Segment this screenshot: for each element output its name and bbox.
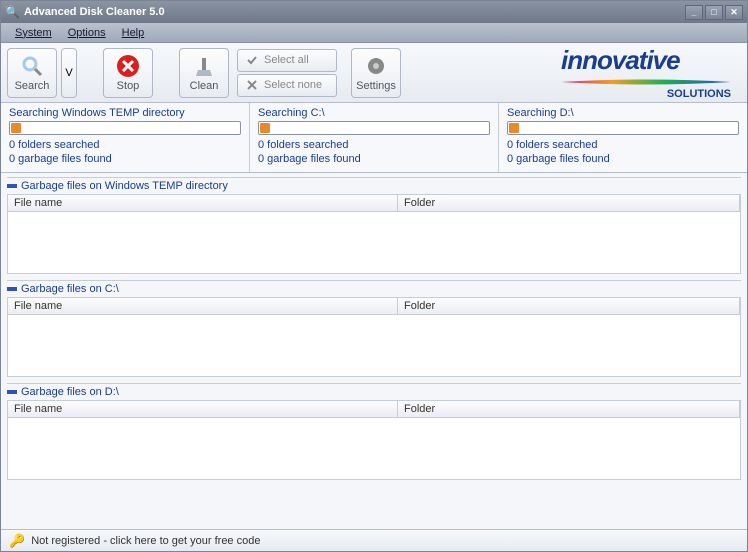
stop-icon: [116, 54, 140, 78]
clean-button[interactable]: Clean: [179, 48, 229, 98]
select-none-button[interactable]: Select none: [237, 74, 337, 97]
stop-label: Stop: [117, 80, 140, 92]
stop-button[interactable]: Stop: [103, 48, 153, 98]
progress-bar: [258, 121, 490, 135]
progress-panel-d: Searching D:\ 0 folders searched 0 garba…: [499, 103, 747, 172]
menu-system[interactable]: System: [7, 25, 60, 41]
settings-button[interactable]: Settings: [351, 48, 401, 98]
x-icon: [246, 79, 258, 91]
progress-bar: [9, 121, 241, 135]
list-body[interactable]: [7, 212, 741, 274]
maximize-button[interactable]: □: [705, 5, 723, 20]
search-label: Search: [15, 80, 50, 92]
progress-row: Searching Windows TEMP directory 0 folde…: [1, 103, 747, 173]
progress-bar: [507, 121, 739, 135]
app-icon: 🔍: [5, 5, 20, 19]
progress-panel-temp: Searching Windows TEMP directory 0 folde…: [1, 103, 250, 172]
section-title: Garbage files on D:\: [21, 386, 119, 398]
app-window: 🔍 Advanced Disk Cleaner 5.0 _ □ ✕ System…: [0, 0, 748, 552]
folders-searched: 0 folders searched: [9, 138, 241, 152]
status-link[interactable]: Not registered - click here to get your …: [31, 535, 260, 547]
garbage-found: 0 garbage files found: [507, 152, 739, 166]
section-header: Garbage files on C:\: [7, 280, 741, 297]
folders-searched: 0 folders searched: [507, 138, 739, 152]
menubar: System Options Help: [1, 23, 747, 43]
brand-name: innovative: [561, 45, 731, 76]
garbage-found: 0 garbage files found: [9, 152, 241, 166]
section-title: Garbage files on C:\: [21, 283, 119, 295]
main-content: Garbage files on Windows TEMP directory …: [1, 173, 747, 529]
folders-searched: 0 folders searched: [258, 138, 490, 152]
window-controls: _ □ ✕: [685, 5, 743, 20]
list-header: File name Folder: [7, 297, 741, 315]
collapse-icon[interactable]: [7, 184, 17, 188]
col-filename[interactable]: File name: [8, 195, 398, 211]
close-button[interactable]: ✕: [725, 5, 743, 20]
section-d: Garbage files on D:\ File name Folder: [7, 383, 741, 480]
brush-icon: [192, 54, 216, 78]
list-body[interactable]: [7, 315, 741, 377]
search-dropdown-button[interactable]: V: [61, 48, 77, 98]
list-header: File name Folder: [7, 194, 741, 212]
titlebar: 🔍 Advanced Disk Cleaner 5.0 _ □ ✕: [1, 1, 747, 23]
section-header: Garbage files on Windows TEMP directory: [7, 177, 741, 194]
section-title: Garbage files on Windows TEMP directory: [21, 180, 228, 192]
toolbar: Search V Stop Clean Select all Select no…: [1, 43, 747, 103]
progress-title: Searching D:\: [507, 107, 739, 119]
select-all-button[interactable]: Select all: [237, 49, 337, 72]
key-icon: 🔑: [9, 533, 25, 549]
search-icon: [20, 54, 44, 78]
progress-title: Searching Windows TEMP directory: [9, 107, 241, 119]
collapse-icon[interactable]: [7, 287, 17, 291]
brand-sub: SOLUTIONS: [561, 88, 731, 100]
garbage-found: 0 garbage files found: [258, 152, 490, 166]
col-folder[interactable]: Folder: [398, 195, 740, 211]
collapse-icon[interactable]: [7, 390, 17, 394]
swoosh-icon: [561, 79, 731, 85]
minimize-button[interactable]: _: [685, 5, 703, 20]
section-temp: Garbage files on Windows TEMP directory …: [7, 177, 741, 274]
col-folder[interactable]: Folder: [398, 401, 740, 417]
progress-panel-c: Searching C:\ 0 folders searched 0 garba…: [250, 103, 499, 172]
menu-help[interactable]: Help: [114, 25, 153, 41]
clean-label: Clean: [190, 80, 219, 92]
window-title: Advanced Disk Cleaner 5.0: [24, 6, 685, 18]
col-filename[interactable]: File name: [8, 298, 398, 314]
menu-options[interactable]: Options: [60, 25, 114, 41]
list-body[interactable]: [7, 418, 741, 480]
select-group: Select all Select none: [237, 49, 337, 97]
list-header: File name Folder: [7, 400, 741, 418]
settings-label: Settings: [356, 80, 396, 92]
col-filename[interactable]: File name: [8, 401, 398, 417]
statusbar: 🔑 Not registered - click here to get you…: [1, 529, 747, 551]
check-icon: [246, 54, 258, 66]
progress-title: Searching C:\: [258, 107, 490, 119]
col-folder[interactable]: Folder: [398, 298, 740, 314]
search-button[interactable]: Search: [7, 48, 57, 98]
section-header: Garbage files on D:\: [7, 383, 741, 400]
section-c: Garbage files on C:\ File name Folder: [7, 280, 741, 377]
brand-logo: innovative SOLUTIONS: [561, 45, 731, 100]
gear-icon: [364, 54, 388, 78]
